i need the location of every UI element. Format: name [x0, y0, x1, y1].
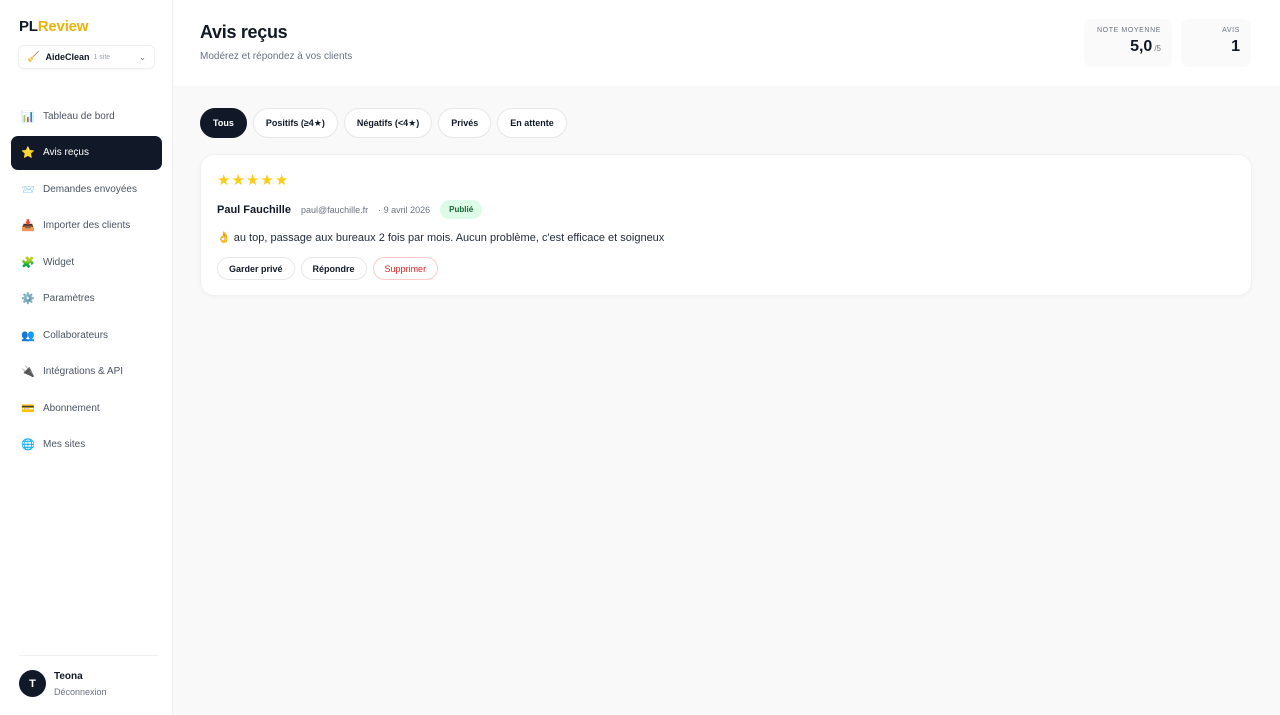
- review-text: 👌 au top, passage aux bureaux 2 fois par…: [217, 232, 665, 244]
- user-name: Teona: [54, 670, 83, 682]
- keep-private-button[interactable]: Garder privé: [217, 257, 295, 280]
- brand-logo[interactable]: PLReview: [19, 18, 88, 35]
- reply-button[interactable]: Répondre: [300, 257, 367, 280]
- status-badge: Publié: [440, 200, 483, 219]
- broom-icon: 🧹: [27, 51, 40, 63]
- review-actions: Garder privé Répondre Supprimer: [217, 257, 444, 280]
- plug-icon: 🔌: [21, 366, 35, 378]
- sidebar: PLReview 🧹 AideClean 1 site ⌄ 📊 Tableau …: [0, 0, 173, 715]
- star-icon: ★: [217, 172, 231, 189]
- filter-pending[interactable]: En attente: [497, 108, 567, 138]
- logout-link[interactable]: Déconnexion: [54, 687, 107, 697]
- review-count-stat: AVIS 1: [1181, 19, 1251, 67]
- filter-positive[interactable]: Positifs (≥4★): [252, 108, 338, 138]
- delete-button[interactable]: Supprimer: [372, 257, 439, 280]
- star-icon: ⭐: [21, 147, 35, 159]
- credit-card-icon: 💳: [21, 402, 35, 415]
- site-name: AideClean: [45, 52, 90, 62]
- filter-negative[interactable]: Négatifs (<4★): [343, 108, 433, 138]
- review-date: · 9 avril 2026: [378, 204, 431, 215]
- star-icon: ★: [231, 172, 245, 189]
- sidebar-item-widget[interactable]: 🧩 Widget: [11, 245, 162, 279]
- avatar[interactable]: T: [19, 670, 46, 697]
- filter-all[interactable]: Tous: [200, 108, 247, 138]
- puzzle-icon: 🧩: [21, 256, 35, 269]
- review-card: ★ ★ ★ ★ ★ Paul Fauchille paul@fauchille.…: [200, 154, 1252, 296]
- sidebar-item-requests[interactable]: 📨 Demandes envoyées: [11, 172, 162, 206]
- filter-private[interactable]: Privés: [438, 108, 492, 138]
- envelope-icon: 📨: [21, 183, 35, 196]
- user-panel: T Teona Déconnexion: [19, 655, 159, 697]
- star-rating: ★ ★ ★ ★ ★: [217, 172, 289, 190]
- sidebar-item-integrations[interactable]: 🔌 Intégrations & API: [11, 355, 162, 389]
- sidebar-item-settings[interactable]: ⚙️ Paramètres: [11, 282, 162, 316]
- globe-icon: 🌐: [21, 439, 35, 451]
- gear-icon: ⚙️: [21, 293, 35, 305]
- sidebar-nav: 📊 Tableau de bord ⭐ Avis reçus 📨 Demande…: [11, 99, 162, 464]
- chart-icon: 📊: [21, 110, 35, 123]
- sidebar-item-subscription[interactable]: 💳 Abonnement: [11, 391, 162, 425]
- review-author: Paul Fauchille: [217, 203, 291, 216]
- filter-tabs: Tous Positifs (≥4★) Négatifs (<4★) Privé…: [200, 108, 573, 138]
- review-count-value: 1: [1231, 38, 1240, 55]
- site-count: 1 site: [93, 53, 111, 61]
- users-icon: 👥: [21, 329, 35, 342]
- chevron-down-icon: ⌄: [139, 52, 146, 62]
- page-header: Avis reçus Modérez et répondez à vos cli…: [174, 0, 1280, 86]
- star-icon: ★: [260, 172, 274, 189]
- sidebar-item-sites[interactable]: 🌐 Mes sites: [11, 428, 162, 462]
- review-meta: Paul Fauchille paul@fauchille.fr · 9 avr…: [217, 200, 483, 219]
- average-rating-stat: NOTE MOYENNE 5,0/5: [1084, 19, 1172, 67]
- sidebar-item-reviews[interactable]: ⭐ Avis reçus: [11, 135, 162, 170]
- site-selector[interactable]: 🧹 AideClean 1 site ⌄: [18, 45, 155, 69]
- inbox-icon: 📥: [21, 220, 35, 232]
- star-icon: ★: [274, 172, 289, 189]
- page-title: Avis reçus: [200, 22, 288, 42]
- average-rating-value: 5,0: [1130, 38, 1153, 55]
- sidebar-item-collaborators[interactable]: 👥 Collaborateurs: [11, 318, 162, 352]
- review-email: paul@fauchille.fr: [300, 204, 369, 215]
- page-subtitle: Modérez et répondez à vos clients: [200, 51, 353, 62]
- sidebar-item-dashboard[interactable]: 📊 Tableau de bord: [11, 99, 162, 133]
- sidebar-item-import[interactable]: 📥 Importer des clients: [11, 209, 162, 243]
- star-icon: ★: [245, 172, 260, 189]
